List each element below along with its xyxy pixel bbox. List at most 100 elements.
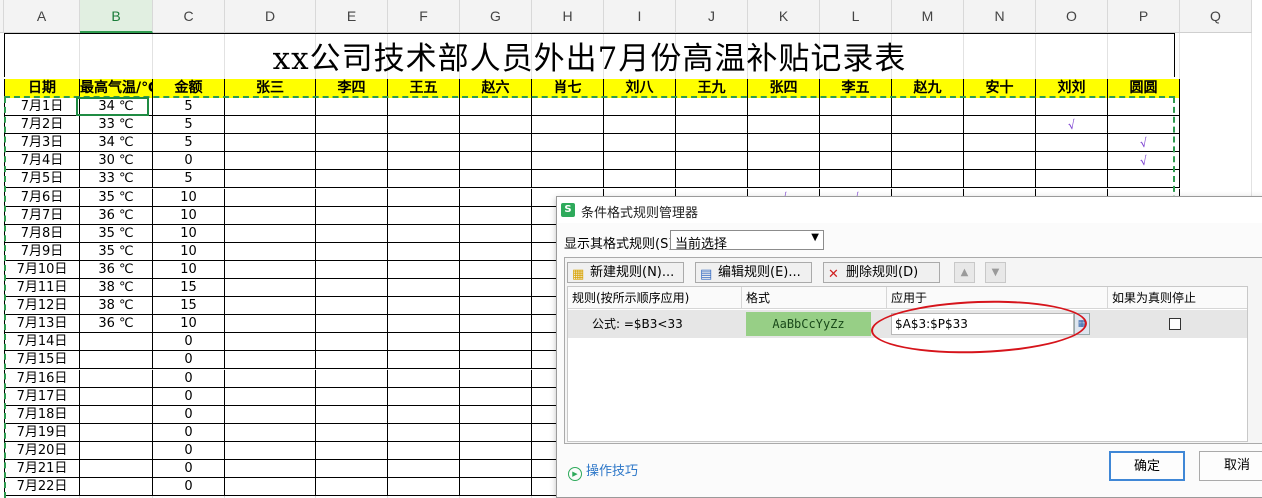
data-cell[interactable] (532, 134, 604, 153)
data-cell[interactable] (316, 387, 388, 406)
column-header-b[interactable]: B (80, 0, 153, 33)
data-cell[interactable] (388, 405, 460, 424)
data-cell[interactable] (604, 134, 676, 153)
data-cell[interactable] (388, 297, 460, 316)
date-cell[interactable]: 7月17日 (4, 387, 80, 406)
data-cell[interactable] (225, 460, 316, 478)
data-cell[interactable] (388, 116, 460, 135)
amount-cell[interactable]: 0 (153, 423, 225, 442)
column-header-l[interactable]: L (820, 0, 892, 33)
column-header-j[interactable]: J (676, 0, 748, 33)
data-cell[interactable] (532, 116, 604, 135)
data-cell[interactable] (748, 98, 820, 116)
date-cell[interactable]: 7月22日 (4, 478, 80, 497)
data-cell[interactable] (316, 242, 388, 261)
column-header-d[interactable]: D (225, 0, 316, 33)
stop-if-true-checkbox[interactable] (1169, 318, 1181, 330)
amount-cell[interactable]: 10 (153, 206, 225, 225)
temp-cell[interactable]: 33 ℃ (80, 170, 153, 189)
data-cell[interactable] (1036, 170, 1108, 189)
temp-cell[interactable] (80, 351, 153, 370)
date-cell[interactable]: 7月15日 (4, 351, 80, 370)
data-cell[interactable] (316, 478, 388, 497)
data-cell[interactable] (460, 333, 532, 352)
data-cell[interactable] (388, 170, 460, 189)
data-cell[interactable] (460, 134, 532, 153)
data-cell[interactable] (225, 242, 316, 261)
data-cell[interactable] (388, 260, 460, 279)
amount-cell[interactable]: 0 (153, 152, 225, 171)
data-cell[interactable] (225, 206, 316, 225)
data-cell[interactable] (604, 98, 676, 116)
data-cell[interactable] (1036, 152, 1108, 171)
date-cell[interactable]: 7月12日 (4, 297, 80, 316)
data-cell[interactable] (820, 98, 892, 116)
temp-cell[interactable]: 34 ℃ (80, 134, 153, 153)
amount-cell[interactable]: 0 (153, 460, 225, 478)
data-cell[interactable] (225, 134, 316, 153)
data-cell[interactable] (532, 98, 604, 116)
data-cell[interactable] (460, 98, 532, 116)
data-cell[interactable] (676, 170, 748, 189)
date-cell[interactable]: 7月19日 (4, 423, 80, 442)
data-cell[interactable] (225, 351, 316, 370)
amount-cell[interactable]: 0 (153, 351, 225, 370)
temp-cell[interactable] (80, 478, 153, 497)
new-rule-button[interactable]: ▦ 新建规则(N)... (567, 262, 684, 283)
data-cell[interactable] (460, 369, 532, 388)
temp-cell[interactable] (80, 387, 153, 406)
column-header-m[interactable]: M (892, 0, 964, 33)
date-cell[interactable]: 7月18日 (4, 405, 80, 424)
data-cell[interactable] (964, 170, 1036, 189)
data-cell[interactable] (316, 297, 388, 316)
date-cell[interactable]: 7月3日 (4, 134, 80, 153)
data-cell[interactable] (225, 441, 316, 460)
data-cell[interactable] (388, 478, 460, 497)
data-cell[interactable] (460, 297, 532, 316)
data-cell[interactable] (1036, 134, 1108, 153)
column-header-k[interactable]: K (748, 0, 820, 33)
amount-cell[interactable]: 0 (153, 478, 225, 497)
data-cell[interactable] (225, 98, 316, 116)
amount-cell[interactable]: 5 (153, 98, 225, 116)
date-cell[interactable]: 7月16日 (4, 369, 80, 388)
data-cell[interactable] (676, 116, 748, 135)
data-cell[interactable] (460, 242, 532, 261)
data-cell[interactable] (388, 460, 460, 478)
temp-cell[interactable]: 35 ℃ (80, 188, 153, 207)
date-cell[interactable]: 7月11日 (4, 279, 80, 297)
data-cell[interactable] (748, 134, 820, 153)
data-cell[interactable] (460, 441, 532, 460)
column-header-e[interactable]: E (316, 0, 388, 33)
data-cell[interactable] (1108, 170, 1180, 189)
date-cell[interactable]: 7月20日 (4, 441, 80, 460)
amount-cell[interactable]: 5 (153, 134, 225, 153)
temp-cell[interactable] (80, 369, 153, 388)
data-cell[interactable] (820, 134, 892, 153)
temp-cell[interactable]: 35 ℃ (80, 242, 153, 261)
amount-cell[interactable]: 0 (153, 369, 225, 388)
amount-cell[interactable]: 10 (153, 242, 225, 261)
data-cell[interactable] (316, 170, 388, 189)
data-cell[interactable] (388, 134, 460, 153)
data-cell[interactable] (460, 315, 532, 334)
data-cell[interactable] (676, 134, 748, 153)
amount-cell[interactable]: 10 (153, 188, 225, 207)
amount-cell[interactable]: 15 (153, 297, 225, 316)
data-cell[interactable] (460, 170, 532, 189)
data-cell[interactable] (225, 279, 316, 297)
data-cell[interactable] (604, 152, 676, 171)
data-cell[interactable] (316, 152, 388, 171)
temp-cell[interactable]: 36 ℃ (80, 206, 153, 225)
data-cell[interactable] (460, 188, 532, 207)
column-header-q[interactable]: Q (1180, 0, 1252, 33)
column-header-g[interactable]: G (460, 0, 532, 33)
data-cell[interactable] (820, 170, 892, 189)
data-cell[interactable] (460, 260, 532, 279)
date-cell[interactable]: 7月9日 (4, 242, 80, 261)
cancel-button[interactable]: 取消 (1199, 451, 1262, 481)
data-cell[interactable] (748, 170, 820, 189)
data-cell[interactable] (964, 152, 1036, 171)
data-cell[interactable] (388, 369, 460, 388)
date-cell[interactable]: 7月13日 (4, 315, 80, 334)
